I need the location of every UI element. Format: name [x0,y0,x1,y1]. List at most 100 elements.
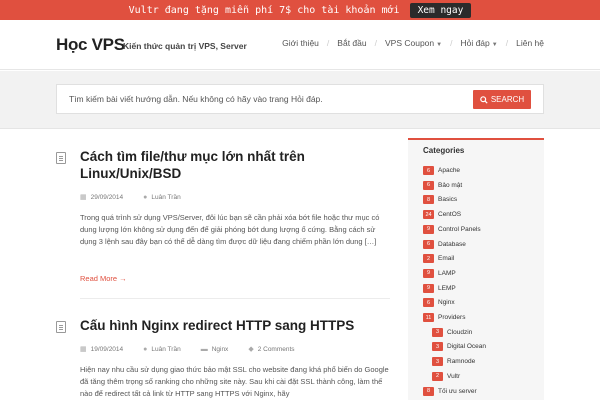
category-name: Bảo mật [438,181,463,189]
nav-item-hoi-dap[interactable]: Hỏi đáp ▼ [460,38,497,48]
category-count-badge: 24 [423,210,434,220]
category-name: Basics [438,196,458,204]
site-header: Học VPS Kiến thức quản trị VPS, Server G… [0,20,600,70]
category-item[interactable]: 9 LEMP [423,283,456,293]
chevron-down-icon: ▼ [491,42,498,48]
category-name: CentOS [438,211,462,219]
category-name: LEMP [438,284,456,292]
category-count-badge: 3 [432,342,443,352]
category-item[interactable]: 6 Database [423,239,466,249]
nav-item-lien-he[interactable]: Liên hệ [516,38,544,48]
search-icon [480,95,488,104]
category-count-badge: 2 [423,254,434,264]
nav-separator: / [374,38,377,48]
post-date: 29/09/2014 [90,193,124,201]
category-name: Cloudzin [447,328,473,336]
document-icon [56,152,66,164]
sidebar-title: Categories [423,146,465,155]
category-name: Email [438,255,455,263]
category-item[interactable]: 6 Nginx [423,298,455,308]
post-author[interactable]: Luân Trần [151,194,180,201]
category-item[interactable]: 9 Control Panels [423,224,481,234]
post-author[interactable]: Luân Trần [151,346,180,353]
category-item[interactable]: 3 Ramnode [432,357,476,367]
category-item[interactable]: 3 Cloudzin [432,327,473,337]
category-name: Tối ưu server [438,387,477,395]
category-count-badge: 8 [423,195,434,205]
post-title[interactable]: Cách tìm file/thư mục lớn nhất trên Linu… [80,148,380,182]
promo-bar: Vultr đang tặng miễn phí 7$ cho tài khoả… [0,0,600,20]
category-count-badge: 3 [432,357,443,367]
site-tagline: Kiến thức quản trị VPS, Server [123,41,247,51]
nav-item-gioi-thieu[interactable]: Giới thiệu [282,38,319,48]
category-name: LAMP [438,269,456,277]
user-icon: ● [143,345,148,353]
post-excerpt: Hiện nay nhu cầu sử dụng giao thức bảo m… [80,365,389,398]
search-input[interactable]: Tìm kiếm bài viết hướng dẫn. Nếu không c… [56,84,544,114]
category-name: Digital Ocean [447,343,487,351]
category-count-badge: 2 [432,371,443,381]
folder-icon: ▬ [200,345,208,353]
nav-item-bat-dau[interactable]: Bắt đầu [337,38,366,48]
category-count-badge: 9 [423,283,434,293]
categories-sidebar: Categories 6 Apache 6 Bảo mật 8 Basics 24 CentO… [408,138,544,400]
post-title[interactable]: Cấu hình Nginx redirect HTTP sang HTTPS [80,317,380,334]
post-comments[interactable]: 2 Comments [258,346,295,353]
search-button-label: SEARCH [490,95,525,104]
promo-button[interactable]: Xem ngay [409,2,472,18]
post-excerpt: Trong quá trình sử dụng VPS/Server, đôi … [80,213,380,246]
category-name: Database [438,240,466,248]
category-count-badge: 3 [432,327,443,337]
comment-icon: ◆ [248,346,254,353]
search-input-text: Tìm kiếm bài viết hướng dẫn. Nếu không c… [69,94,323,104]
document-icon [56,321,66,333]
calendar-icon: ▦ [80,346,87,353]
category-item[interactable]: 11 Providers [423,313,465,322]
post-item: Cấu hình Nginx redirect HTTP sang HTTPS … [56,317,389,400]
category-name: Nginx [438,299,455,307]
nav-item-label: Hỏi đáp [460,38,490,48]
category-item[interactable]: 24 CentOS [423,210,462,220]
category-item[interactable]: 9 LAMP [423,268,456,278]
promo-text: Vultr đang tặng miễn phí 7$ cho tài khoả… [128,4,400,16]
category-count-badge: 6 [423,239,434,249]
category-item[interactable]: 8 Tối ưu server [423,386,477,396]
calendar-icon: ▦ [80,194,87,201]
post-meta: ▦ 29/09/2014 ● Luân Trần [80,193,181,202]
category-item[interactable]: 6 Apache [423,166,460,175]
category-name: Control Panels [438,225,481,233]
nav-item-label: VPS Coupon [384,38,435,48]
post-divider [80,298,390,299]
site-logo[interactable]: Học VPS [56,35,125,55]
post-date: 19/09/2014 [90,345,124,353]
category-count-badge: 9 [423,268,434,278]
category-name: Providers [438,314,466,321]
search-band: Tìm kiếm bài viết hướng dẫn. Nếu không c… [0,71,600,129]
category-count-badge: 11 [423,313,434,322]
user-icon: ● [143,193,148,201]
category-count-badge: 9 [423,224,434,234]
post-meta: ▦ 19/09/2014 ● Luân Trần ▬ Nginx ◆ 2 Com… [80,345,295,354]
read-more-link[interactable]: Read More → [80,274,127,283]
post-item: Cách tìm file/thư mục lớn nhất trên Linu… [56,148,388,288]
category-count-badge: 6 [423,298,434,308]
nav-separator: / [505,38,509,48]
category-item[interactable]: 2 Vultr [432,371,461,381]
category-count-badge: 6 [423,180,434,190]
category-item[interactable]: 8 Basics [423,195,458,205]
category-name: Ramnode [447,358,476,366]
category-name: Apache [438,167,461,174]
chevron-down-icon: ▼ [436,42,443,48]
search-button[interactable]: SEARCH [473,90,531,109]
category-count-badge: 8 [423,386,434,396]
category-count-badge: 6 [423,166,434,175]
category-item[interactable]: 3 Digital Ocean [432,342,487,352]
category-item[interactable]: 6 Bảo mật [423,180,463,190]
category-name: Vultr [447,372,461,380]
nav-item-vps-coupon[interactable]: VPS Coupon ▼ [385,38,442,48]
post-category[interactable]: Nginx [212,346,229,353]
nav-separator: / [326,38,330,48]
main-nav: Giới thiệu / Bắt đầu / VPS Coupon ▼ / Hỏi… [282,38,544,48]
nav-separator: / [450,38,453,48]
category-item[interactable]: 2 Email [423,254,455,264]
